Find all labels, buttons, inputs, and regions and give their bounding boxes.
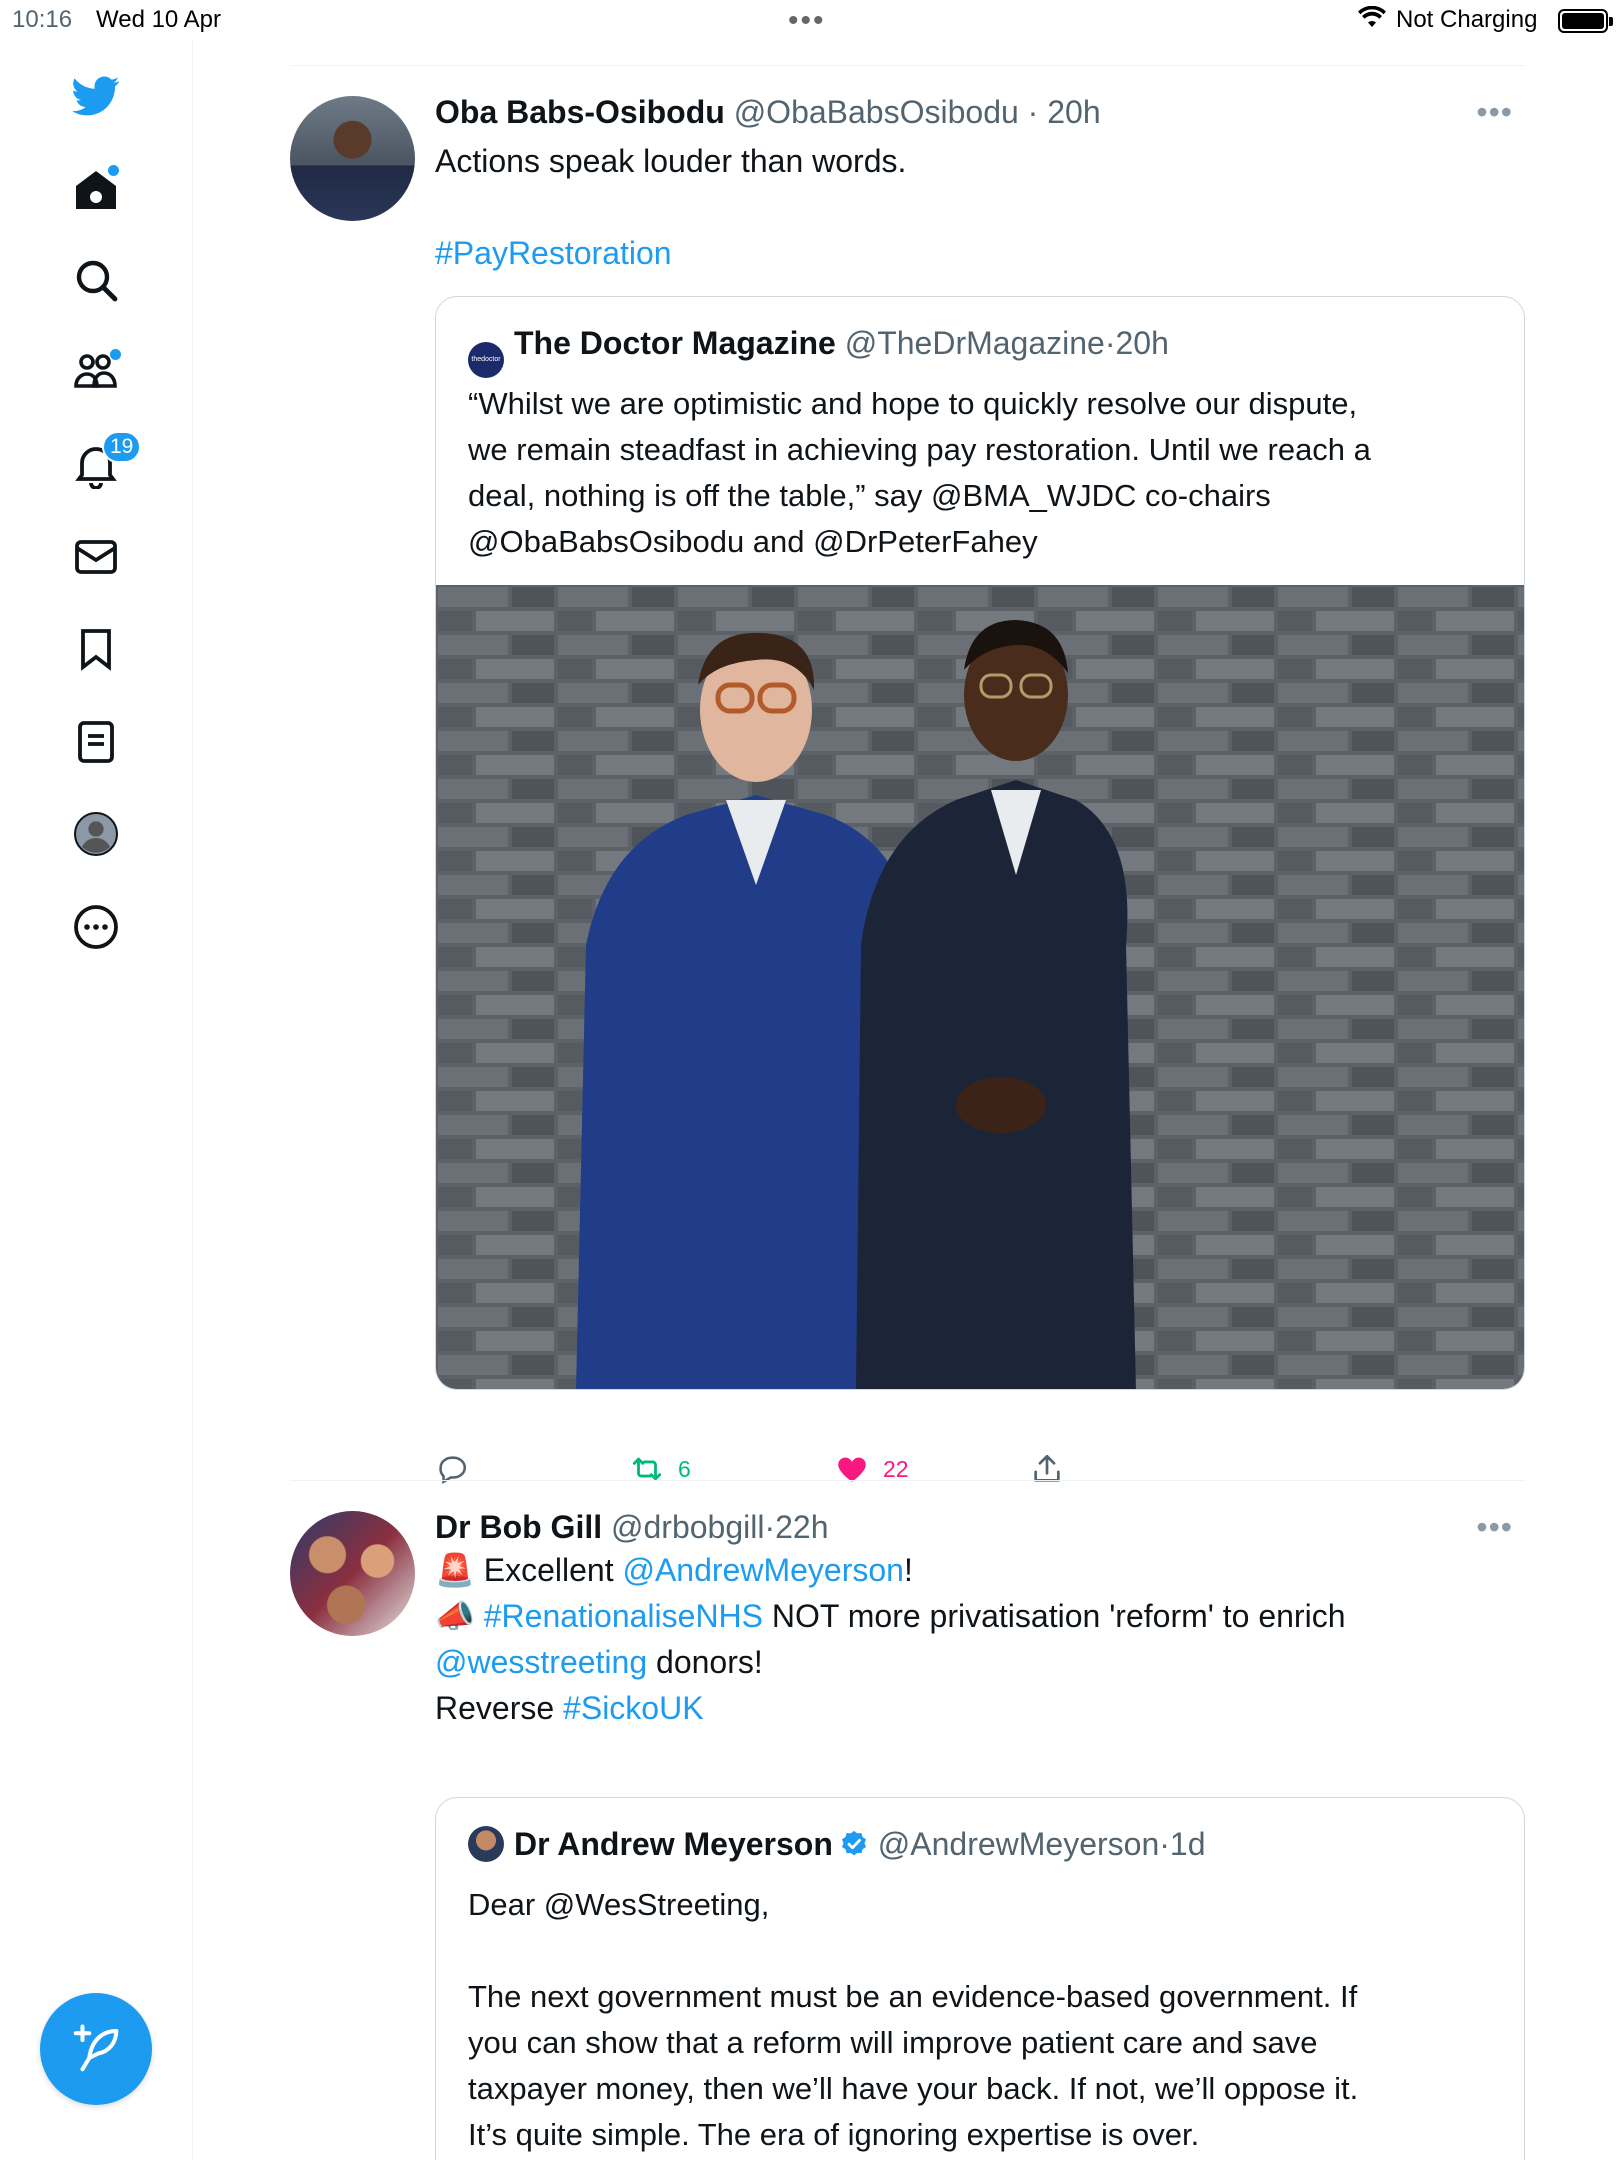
retweet-count: 6 [678,1455,691,1482]
quoted-author-handle: @AndrewMeyerson [877,1826,1160,1862]
separator: · [764,1509,776,1545]
notifications-badge: 19 [102,431,142,463]
text-segment: Reverse [435,1690,564,1726]
quoted-avatar [468,1826,504,1862]
text-segment: donors! [647,1644,763,1680]
text-line: @ObaBabsOsibodu and @DrPeterFahey [468,524,1038,559]
tweet-text: 🚨 Excellent @AndrewMeyerson! 📣 #Renation… [435,1547,1525,1731]
multitasking-dots-icon[interactable]: ••• [788,4,826,38]
author-handle[interactable]: @drbobgill [611,1509,764,1545]
mention-link[interactable]: @wesstreeting [435,1644,647,1680]
quoted-tweet[interactable]: Dr Andrew Meyerson @AndrewMeyerson·1d De… [435,1797,1525,2160]
hashtag-link[interactable]: #SickoUK [563,1690,704,1726]
quoted-author-name: The Doctor Magazine [514,325,836,361]
megaphone-emoji-icon: 📣 [435,1598,475,1634]
bookmarks-icon[interactable] [66,619,126,679]
quoted-tweet-text: “Whilst we are optimistic and hope to qu… [468,381,1496,565]
status-date: Wed 10 Apr [96,6,221,33]
text-segment: ! [903,1552,913,1588]
compose-feather-icon [73,2024,119,2072]
notifications-icon[interactable]: 19 [66,431,142,495]
communities-unread-dot [110,349,121,360]
more-options-icon[interactable]: ••• [1476,94,1513,131]
search-icon[interactable] [66,250,126,310]
author-name[interactable]: Dr Bob Gill [435,1509,602,1545]
timeline: Oba Babs-Osibodu @ObaBabsOsibodu · 20h A… [290,40,1525,2160]
separator: · [1159,1826,1170,1862]
quoted-tweet-header: thedoctor The Doctor Magazine @TheDrMagaz… [468,323,1169,378]
status-bar: 10:16 Wed 10 Apr ••• Not Charging [0,0,1620,40]
avatar[interactable] [290,1511,415,1636]
profile-icon[interactable] [66,804,126,864]
lists-icon[interactable] [66,712,126,772]
battery-icon [1558,9,1613,33]
tweet-line: 📣 #RenationaliseNHS NOT more privatisati… [435,1593,1525,1639]
separator: · [1104,325,1116,361]
verified-badge-icon [841,1830,866,1856]
home-icon[interactable] [66,160,126,220]
text-line: taxpayer money, then we’ll have your bac… [468,2071,1359,2106]
tweet-text: Actions speak louder than words. [435,143,907,179]
text-line: you can show that a reform will improve … [468,2025,1318,2060]
hashtag-link[interactable]: #RenationaliseNHS [484,1598,763,1634]
text-line: It’s quite simple. The era of ignoring e… [468,2117,1200,2152]
quoted-tweet[interactable]: thedoctor The Doctor Magazine @TheDrMagaz… [435,296,1525,1390]
hashtag-link[interactable]: #PayRestoration [435,230,1525,276]
like-count: 22 [883,1455,909,1482]
wifi-icon [1358,5,1386,37]
compose-tweet-button[interactable] [40,1993,152,2105]
text-segment: Excellent [483,1552,623,1588]
tweet-line: Reverse #SickoUK [435,1685,1525,1731]
tweet[interactable]: Oba Babs-Osibodu @ObaBabsOsibodu · 20h A… [290,66,1525,1521]
more-options-icon[interactable]: ••• [1476,1509,1513,1546]
tweet-line: @wesstreeting donors! [435,1639,1525,1685]
text-line: The next government must be an evidence-… [468,1979,1358,2014]
charging-status: Not Charging [1396,6,1538,33]
communities-icon[interactable] [66,342,126,402]
tweet-photo[interactable] [436,585,1524,1389]
tweet-time[interactable]: 22h [775,1509,828,1545]
quoted-avatar: thedoctor [468,342,504,378]
home-unread-dot [108,165,119,176]
quoted-tweet-time: 20h [1115,325,1169,361]
siren-emoji-icon: 🚨 [435,1552,475,1588]
status-time: 10:16 [12,6,73,33]
tweet-header: Dr Bob Gill @drbobgill·22h [435,1507,1525,1547]
tweet-time[interactable]: 20h [1047,94,1100,130]
quoted-tweet-time: 1d [1169,1826,1206,1862]
avatar[interactable] [290,96,415,221]
tweet-header: Oba Babs-Osibodu @ObaBabsOsibodu · 20h [435,92,1525,132]
text-line: “Whilst we are optimistic and hope to qu… [468,386,1358,421]
mention-link[interactable]: @AndrewMeyerson [622,1552,903,1588]
text-line: deal, nothing is off the table,” say @BM… [468,478,1271,513]
sidebar-nav: 19 [0,40,193,2160]
text-segment: NOT more privatisation 'reform' to enric… [763,1598,1346,1634]
quoted-author-handle: @TheDrMagazine [844,325,1105,361]
tweet-line: 🚨 Excellent @AndrewMeyerson! [435,1547,1525,1593]
separator: · [1027,94,1039,130]
quoted-tweet-text: Dear @WesStreeting, The next government … [468,1882,1496,2158]
text-line: we remain steadfast in achieving pay res… [468,432,1371,467]
author-handle[interactable]: @ObaBabsOsibodu [734,94,1019,130]
author-name[interactable]: Oba Babs-Osibodu [435,94,725,130]
more-icon[interactable] [66,897,126,957]
text-line: Dear @WesStreeting, [468,1887,770,1922]
quoted-tweet-header: Dr Andrew Meyerson @AndrewMeyerson·1d [468,1824,1206,1864]
quoted-author-name: Dr Andrew Meyerson [514,1826,833,1862]
messages-icon[interactable] [66,527,126,587]
tweet[interactable]: Dr Bob Gill @drbobgill·22h 🚨 Excellent @… [290,1481,1525,2160]
twitter-logo-icon[interactable] [66,66,126,126]
